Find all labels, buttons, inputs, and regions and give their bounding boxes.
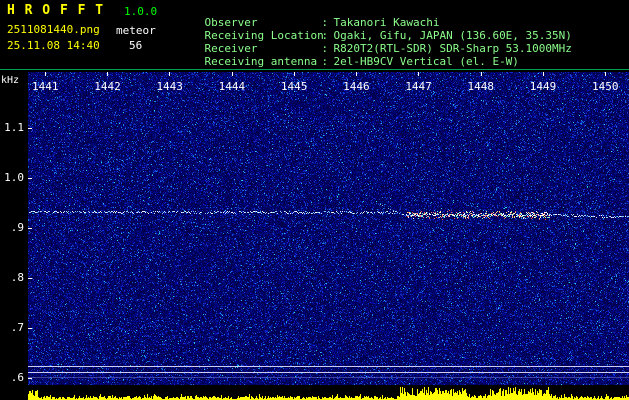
x-tick-label: 1448 — [467, 80, 495, 93]
spectrogram-canvas — [28, 72, 629, 400]
y-tick-label: .6 — [10, 371, 24, 384]
x-tick-label: 1446 — [343, 80, 370, 93]
info-label: Receiving antenna — [204, 55, 318, 68]
x-tick-label: 1449 — [529, 80, 557, 93]
output-filename: 2511081440.png — [7, 23, 100, 36]
x-tick-label: 1450 — [591, 80, 619, 93]
x-tick-label: 1442 — [94, 80, 121, 93]
y-tick-label: 1.0 — [4, 171, 24, 184]
y-tick-label: .7 — [10, 321, 24, 334]
x-tick-label: 1444 — [218, 80, 246, 93]
datetime-label: 25.11.08 14:40 — [7, 39, 100, 52]
app-title: H R O F F T — [7, 3, 105, 18]
header-divider — [0, 69, 629, 70]
meteor-count: 56 — [129, 39, 143, 52]
x-tick-label: 1443 — [156, 80, 183, 93]
app-version: 1.0.0 — [124, 5, 158, 18]
y-axis-unit: kHz — [1, 75, 20, 86]
info-value: 2el-HB9CV Vertical (el. E-W) — [333, 55, 519, 68]
colon: : — [321, 55, 329, 68]
hrofft-window: H R O F F T 1.0.0 2511081440.png meteor … — [0, 0, 629, 400]
y-tick-label: 1.1 — [4, 121, 24, 134]
y-tick-label: .9 — [10, 221, 24, 234]
x-tick-label: 1441 — [32, 80, 59, 93]
x-tick-label: 1445 — [280, 80, 308, 93]
x-tick-label: 1447 — [405, 80, 432, 93]
y-tick-label: .8 — [10, 271, 24, 284]
mode-label: meteor — [116, 24, 156, 37]
